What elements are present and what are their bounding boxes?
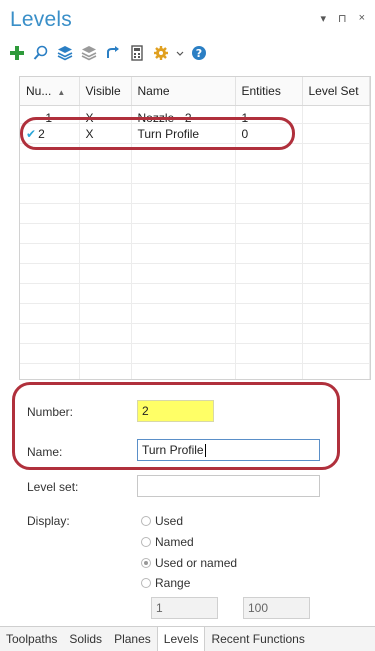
tab-solids[interactable]: Solids [63,627,108,651]
add-icon[interactable] [8,44,26,62]
level-set-label: Level set: [27,480,79,494]
radio-circle-icon [141,578,151,588]
empty-row [20,263,370,284]
radio-used[interactable]: Used [141,514,183,528]
pin-icon[interactable]: ⊓ [338,12,347,25]
empty-row [20,163,370,184]
column-header-name[interactable]: Name [131,77,236,106]
layers-gray-icon[interactable] [80,44,98,62]
undo-icon[interactable] [104,44,122,62]
tab-recent-functions[interactable]: Recent Functions [205,627,310,651]
empty-row [20,223,370,244]
empty-row [20,203,370,224]
name-field[interactable]: Turn Profile [137,439,320,461]
radio-selected-icon [141,558,151,568]
text-caret [204,444,206,458]
tab-levels[interactable]: Levels [156,627,206,651]
empty-row [20,303,370,324]
radio-circle-icon [141,516,151,526]
dropdown-arrow-icon[interactable]: ▾ [320,12,326,25]
chevron-down-icon[interactable] [176,44,184,62]
name-field-value: Turn Profile [142,443,204,457]
number-label: Number: [27,405,74,419]
highlight-ring-row [20,117,295,150]
tab-toolpaths[interactable]: Toolpaths [0,627,63,651]
gear-icon[interactable] [152,44,170,62]
radio-named[interactable]: Named [141,535,194,549]
number-field[interactable]: 2 [137,400,214,422]
column-header-entities[interactable]: Entities [235,77,303,106]
grid-header-row: Nu... ▲ Visible Name Entities Level Set [20,77,370,106]
panel-title: Levels [10,8,72,31]
column-header-visible[interactable]: Visible [79,77,132,106]
bottom-tab-bar: Toolpaths Solids Planes Levels Recent Fu… [0,626,375,651]
tab-planes[interactable]: Planes [108,627,157,651]
level-set-field[interactable] [137,475,320,497]
radio-used-or-named[interactable]: Used or named [141,556,237,570]
range-to-field[interactable]: 100 [243,597,310,619]
close-icon[interactable]: × [359,12,365,25]
calculator-icon[interactable] [128,44,146,62]
svg-text:?: ? [196,47,202,60]
name-label: Name: [27,445,63,459]
row-level-set [302,123,370,144]
help-icon[interactable]: ? [190,44,208,62]
empty-row [20,343,370,364]
layers-icon[interactable] [56,44,74,62]
column-header-level-set[interactable]: Level Set [302,77,370,106]
range-from-field[interactable]: 1 [151,597,218,619]
panel-window-controls: ▾ ⊓ × [320,12,365,25]
empty-row [20,183,370,204]
empty-row [20,283,370,304]
display-label: Display: [27,514,70,528]
empty-row [20,323,370,344]
radio-circle-icon [141,537,151,547]
radio-range[interactable]: Range [141,576,190,590]
search-icon[interactable] [32,44,50,62]
levels-toolbar: ? [8,42,208,64]
sort-ascending-icon: ▲ [57,88,66,97]
empty-row [20,363,370,379]
empty-row [20,243,370,264]
column-header-number[interactable]: Nu... ▲ [20,77,80,106]
